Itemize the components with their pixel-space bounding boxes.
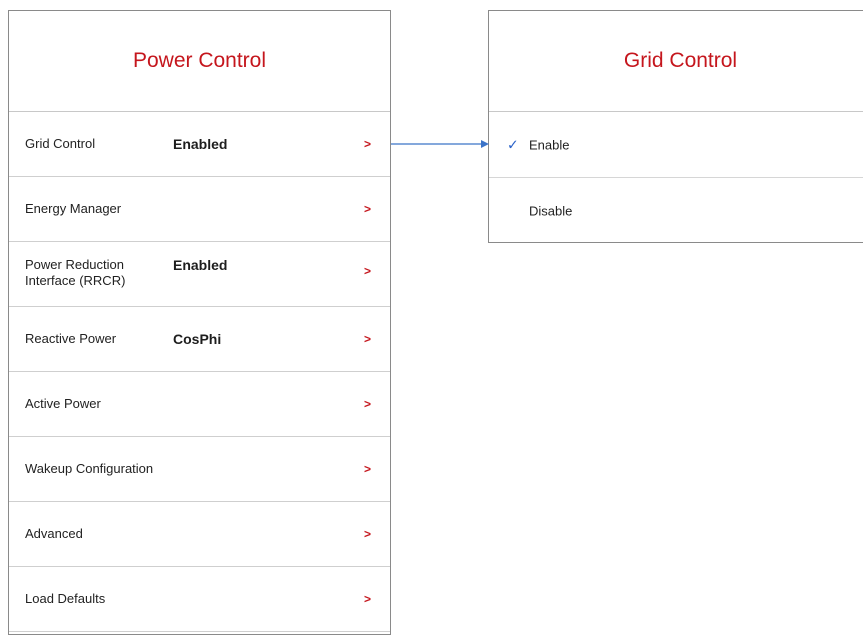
menu-item-label-line2: Interface (RRCR) [25, 273, 126, 288]
menu-item-label-line1: Power Reduction [25, 257, 124, 272]
menu-item-wakeup-configuration[interactable]: Wakeup Configuration > [9, 437, 390, 502]
power-control-panel: Power Control Grid Control Enabled > Ene… [8, 10, 391, 635]
chevron-right-icon[interactable]: > [364, 137, 371, 151]
menu-item-grid-control[interactable]: Grid Control Enabled > [9, 112, 390, 177]
menu-item-label: Grid Control [25, 136, 96, 151]
menu-item-advanced[interactable]: Advanced > [9, 502, 390, 567]
menu-item-label: Power Reduction Interface (RRCR) [25, 257, 125, 289]
menu-item-value: CosPhi [173, 331, 222, 347]
chevron-right-icon[interactable]: > [364, 527, 371, 541]
option-label: Disable [529, 203, 573, 219]
chevron-right-icon[interactable]: > [364, 264, 371, 278]
chevron-right-icon[interactable]: > [364, 462, 371, 476]
power-control-title: Power Control [9, 11, 390, 112]
menu-item-label: Reactive Power [25, 331, 117, 346]
menu-item-label: Wakeup Configuration [25, 461, 154, 476]
menu-item-active-power[interactable]: Active Power > [9, 372, 390, 437]
menu-item-value: Enabled [173, 136, 228, 152]
chevron-right-icon[interactable]: > [364, 202, 371, 216]
menu-item-power-reduction-interface[interactable]: Power Reduction Interface (RRCR) Enabled… [9, 242, 390, 307]
chevron-right-icon[interactable]: > [364, 397, 371, 411]
menu-item-load-defaults[interactable]: Load Defaults > [9, 567, 390, 632]
chevron-right-icon[interactable]: > [364, 592, 371, 606]
grid-control-title: Grid Control [489, 11, 863, 112]
option-label: Enable [529, 137, 570, 152]
menu-item-label: Energy Manager [25, 201, 122, 216]
menu-item-energy-manager[interactable]: Energy Manager > [9, 177, 390, 242]
checkmark-icon: ✓ [507, 136, 519, 152]
chevron-right-icon[interactable]: > [364, 332, 371, 346]
menu-item-label: Advanced [25, 526, 83, 541]
menu-item-reactive-power[interactable]: Reactive Power CosPhi > [9, 307, 390, 372]
menu-item-label: Active Power [25, 396, 101, 411]
menu-item-value: Enabled [173, 257, 228, 273]
option-enable[interactable]: ✓ Enable [489, 112, 863, 178]
option-disable[interactable]: Disable [489, 178, 863, 244]
grid-control-panel: Grid Control ✓ Enable Disable [488, 10, 863, 243]
menu-item-label: Load Defaults [25, 591, 106, 606]
